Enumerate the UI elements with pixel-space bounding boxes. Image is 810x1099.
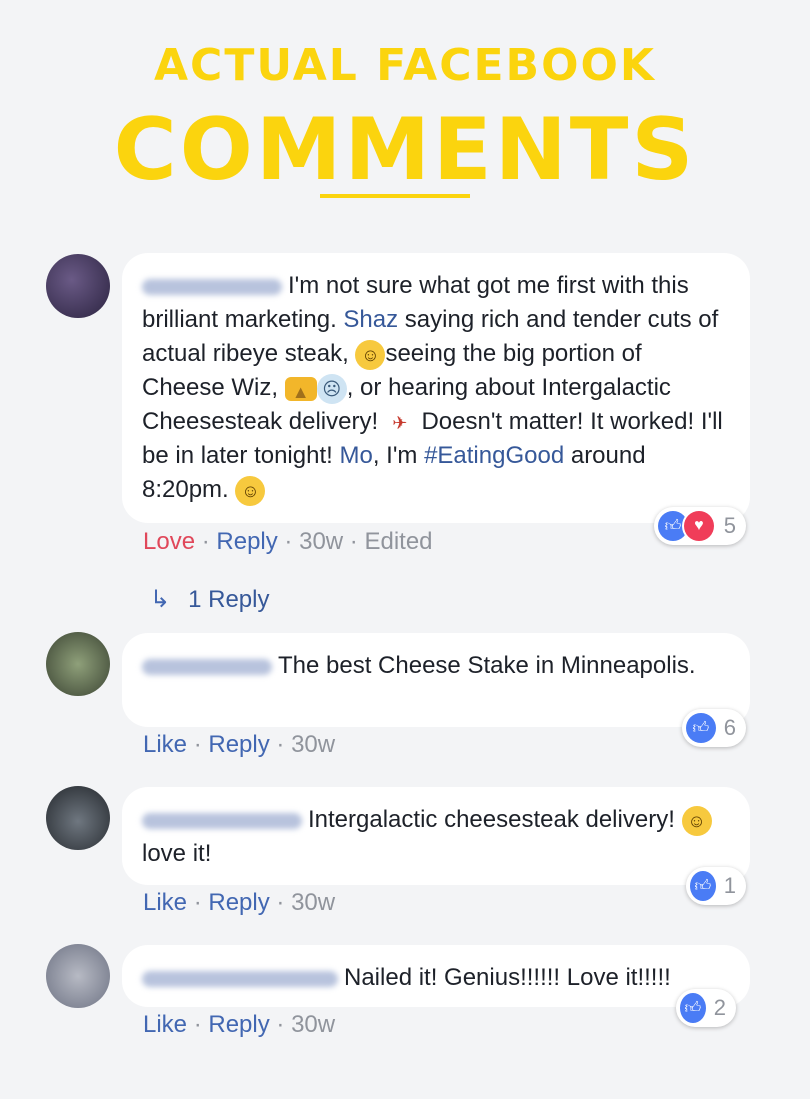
comment-actions: Love · Reply · 30w · Edited [143, 528, 433, 556]
separator: · [201, 528, 210, 555]
reply-button[interactable]: Reply [208, 1011, 269, 1038]
avatar[interactable] [46, 786, 110, 850]
separator: · [284, 528, 293, 555]
rocket-icon: ✈ [392, 412, 408, 433]
tears-of-joy-icon: ☺ [681, 805, 712, 836]
header-title: COMMENTS [113, 100, 697, 200]
comment-bubble: Intergalactic cheesesteak delivery! ☺ lo… [122, 787, 750, 885]
view-replies-link[interactable]: ↳ 1 Reply [150, 585, 269, 614]
screaming-face-icon: ☹ [316, 373, 347, 404]
hashtag-link[interactable]: #EatingGood [424, 442, 564, 469]
mention-link[interactable]: Shaz [343, 306, 398, 333]
like-icon: 👍︎ [680, 993, 706, 1023]
avatar[interactable] [46, 254, 110, 318]
comment-text: , I'm [372, 442, 425, 469]
edited-label[interactable]: Edited [364, 528, 432, 555]
separator: · [276, 1011, 285, 1038]
timestamp[interactable]: 30w [291, 731, 335, 758]
reply-button[interactable]: Reply [216, 528, 277, 555]
comment-text: Nailed it! Genius!!!!!! Love it!!!!! [344, 964, 671, 991]
reaction-count: 6 [723, 715, 736, 740]
separator: · [276, 731, 285, 758]
separator: · [276, 889, 285, 916]
reaction-summary[interactable]: 👍︎ 2 [676, 989, 736, 1027]
header-underline [320, 194, 470, 198]
like-icon: 👍︎ [686, 713, 716, 743]
grinning-face-icon: ☺ [235, 475, 266, 506]
reaction-summary[interactable]: 👍︎ 6 [682, 709, 746, 747]
reply-button[interactable]: Reply [208, 889, 269, 916]
like-button[interactable]: Like [143, 889, 187, 916]
timestamp[interactable]: 30w [291, 1011, 335, 1038]
comment-text: The best Cheese Stake in Minneapolis. [278, 652, 696, 679]
commenter-name[interactable] [142, 970, 338, 987]
header-subtitle: ACTUAL FACEBOOK [154, 40, 656, 91]
replies-count: 1 Reply [188, 586, 270, 613]
comment-bubble: The best Cheese Stake in Minneapolis. [122, 633, 750, 727]
separator: · [349, 528, 358, 555]
timestamp[interactable]: 30w [291, 889, 335, 916]
comment-actions: Like · Reply · 30w [143, 1011, 335, 1039]
comment-text: love it! [142, 840, 212, 867]
comment-bubble: Nailed it! Genius!!!!!! Love it!!!!! [122, 945, 750, 1007]
reaction-count: 1 [723, 873, 736, 898]
commenter-name[interactable] [142, 278, 282, 295]
cheese-icon: ▲ [284, 376, 317, 402]
comment-actions: Like · Reply · 30w [143, 889, 335, 917]
avatar[interactable] [46, 944, 110, 1008]
commenter-name[interactable] [142, 658, 272, 675]
separator: · [193, 889, 202, 916]
commenter-name[interactable] [142, 812, 302, 829]
avatar[interactable] [46, 632, 110, 696]
comment-bubble: I'm not sure what got me first with this… [122, 253, 750, 523]
kissing-face-icon: ☺ [355, 339, 386, 370]
mention-link[interactable]: Mo [339, 442, 372, 469]
reply-button[interactable]: Reply [208, 731, 269, 758]
like-button[interactable]: Like [143, 731, 187, 758]
separator: · [193, 731, 202, 758]
reaction-summary[interactable]: 👍︎ 1 [686, 867, 746, 905]
reaction-count: 5 [723, 513, 736, 538]
comment-actions: Like · Reply · 30w [143, 731, 335, 759]
love-button[interactable]: Love [143, 528, 195, 555]
separator: · [193, 1011, 202, 1038]
reaction-summary[interactable]: 👍︎ ♥ 5 [654, 507, 746, 545]
reply-arrow-icon: ↳ [150, 586, 171, 613]
like-button[interactable]: Like [143, 1011, 187, 1038]
like-icon: 👍︎ [690, 871, 716, 901]
reaction-count: 2 [713, 995, 726, 1020]
love-icon: ♥ [681, 509, 716, 543]
comment-text: Intergalactic cheesesteak delivery! [308, 806, 682, 833]
timestamp[interactable]: 30w [299, 528, 343, 555]
